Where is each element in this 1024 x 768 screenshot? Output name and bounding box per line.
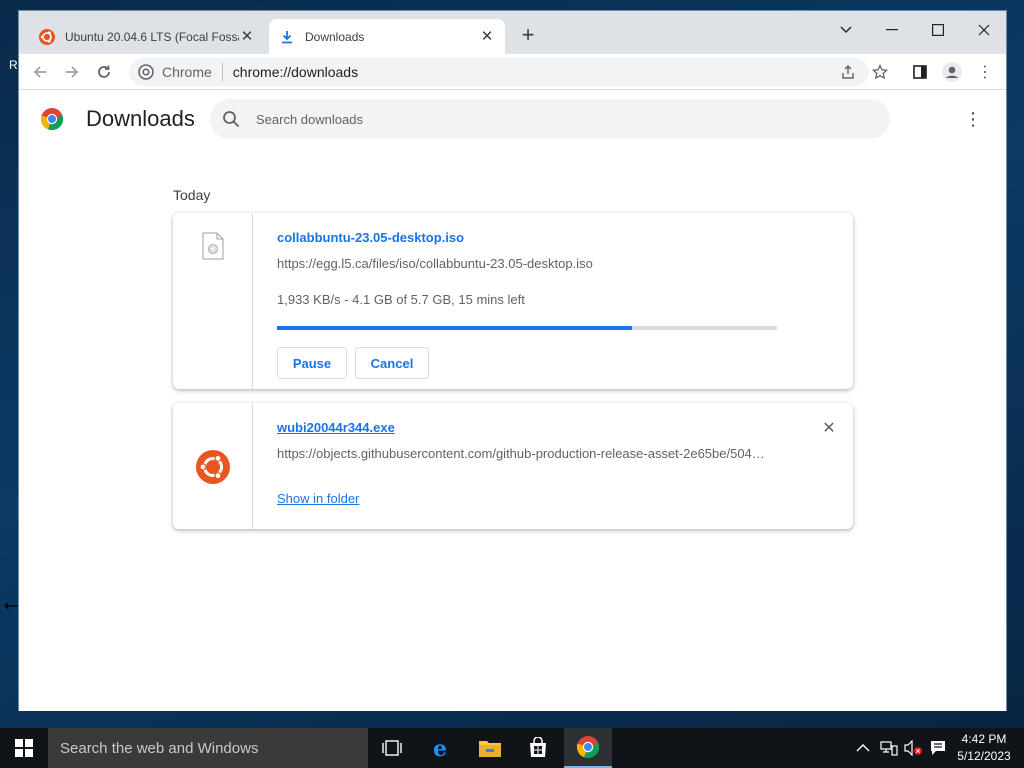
- maximize-button[interactable]: [915, 15, 961, 45]
- date-section-label: Today: [173, 187, 211, 203]
- ubuntu-icon: [39, 28, 55, 45]
- minimize-button[interactable]: [869, 15, 915, 45]
- close-tab-icon[interactable]: ✕: [479, 28, 495, 45]
- download-item: wubi20044r344.exe https://objects.github…: [173, 403, 853, 529]
- ubuntu-icon: [196, 450, 230, 484]
- bookmark-star-icon[interactable]: [869, 61, 891, 83]
- page-title: Downloads: [86, 106, 195, 131]
- download-progress-bar: [277, 326, 777, 330]
- edge-browser-icon[interactable]: e: [418, 728, 466, 768]
- task-view-icon[interactable]: [368, 728, 416, 768]
- file-source-url[interactable]: https://objects.githubusercontent.com/gi…: [277, 446, 765, 461]
- download-progress-fill: [277, 326, 632, 330]
- system-clock[interactable]: 4:42 PM 5/12/2023: [950, 731, 1018, 765]
- network-icon[interactable]: [880, 728, 898, 768]
- profile-avatar-icon[interactable]: [941, 61, 963, 83]
- download-status-text: 1,933 KB/s - 4.1 GB of 5.7 GB, 15 mins l…: [277, 292, 525, 307]
- store-icon[interactable]: [514, 728, 562, 768]
- file-name-link[interactable]: wubi20044r344.exe: [277, 420, 395, 435]
- desktop-icon-label: R: [9, 58, 18, 72]
- windows-logo-icon: [15, 739, 33, 757]
- more-actions-icon[interactable]: ⋮: [963, 109, 983, 129]
- file-source-url[interactable]: https://egg.l5.ca/files/iso/collabbuntu-…: [277, 256, 593, 271]
- pause-button[interactable]: Pause: [277, 347, 347, 379]
- tab-strip: Ubuntu 20.04.6 LTS (Focal Fossa) ✕ Downl…: [19, 11, 1006, 54]
- file-icon: [202, 232, 224, 260]
- downloads-header: Downloads ⋮: [19, 91, 1006, 147]
- site-label: Chrome: [162, 64, 212, 80]
- chrome-icon: [138, 64, 154, 80]
- svg-text:e: e: [433, 736, 447, 760]
- taskbar: Search the web and Windows e 4:42 PM 5/1…: [0, 728, 1024, 768]
- tab-title: Downloads: [305, 29, 365, 44]
- tab-ubuntu[interactable]: Ubuntu 20.04.6 LTS (Focal Fossa) ✕: [29, 19, 265, 54]
- cancel-button[interactable]: Cancel: [355, 347, 429, 379]
- share-icon[interactable]: [837, 61, 859, 83]
- tab-title: Ubuntu 20.04.6 LTS (Focal Fossa): [65, 29, 239, 44]
- file-name-link[interactable]: collabbuntu-23.05-desktop.iso: [277, 230, 464, 245]
- close-window-button[interactable]: [961, 15, 1007, 45]
- download-icon: [279, 29, 295, 45]
- downloads-page: Downloads ⋮ Today collabbuntu-23.05-desk…: [19, 91, 1006, 711]
- download-item-icon-column: [173, 213, 253, 389]
- search-downloads-input[interactable]: [256, 111, 836, 127]
- chrome-taskbar-icon[interactable]: [564, 728, 612, 768]
- chrome-logo-icon: [40, 108, 64, 131]
- clock-time: 4:42 PM: [961, 732, 1007, 746]
- search-icon: [223, 111, 240, 128]
- forward-button[interactable]: [59, 59, 85, 85]
- show-hidden-icons-chevron-icon[interactable]: [856, 728, 870, 768]
- search-bar[interactable]: [210, 99, 890, 139]
- browser-menu-icon[interactable]: ⋮: [974, 61, 996, 83]
- volume-muted-icon[interactable]: [904, 728, 924, 768]
- back-button[interactable]: [27, 59, 53, 85]
- url-text[interactable]: chrome://downloads: [233, 64, 358, 80]
- taskbar-search-box[interactable]: Search the web and Windows: [48, 728, 368, 768]
- side-panel-icon[interactable]: [909, 61, 931, 83]
- remove-from-list-icon[interactable]: ✕: [819, 419, 839, 439]
- browser-toolbar: Chrome chrome://downloads ⋮: [19, 54, 1006, 90]
- close-tab-icon[interactable]: ✕: [239, 28, 255, 45]
- tab-downloads[interactable]: Downloads ✕: [269, 19, 505, 54]
- browser-window: Ubuntu 20.04.6 LTS (Focal Fossa) ✕ Downl…: [18, 10, 1007, 711]
- address-bar[interactable]: Chrome chrome://downloads: [129, 58, 869, 86]
- clock-date: 5/12/2023: [957, 749, 1011, 763]
- download-item-icon-column: [173, 403, 253, 529]
- show-in-folder-link[interactable]: Show in folder: [277, 491, 359, 506]
- action-center-icon[interactable]: [930, 728, 946, 768]
- download-item: collabbuntu-23.05-desktop.iso https://eg…: [173, 213, 853, 389]
- new-tab-button[interactable]: +: [517, 24, 539, 47]
- reload-button[interactable]: [91, 59, 117, 85]
- start-button[interactable]: [0, 728, 48, 768]
- tab-search-chevron-icon[interactable]: [823, 15, 869, 45]
- file-explorer-icon[interactable]: [466, 728, 514, 768]
- omnibox-divider: [221, 63, 223, 81]
